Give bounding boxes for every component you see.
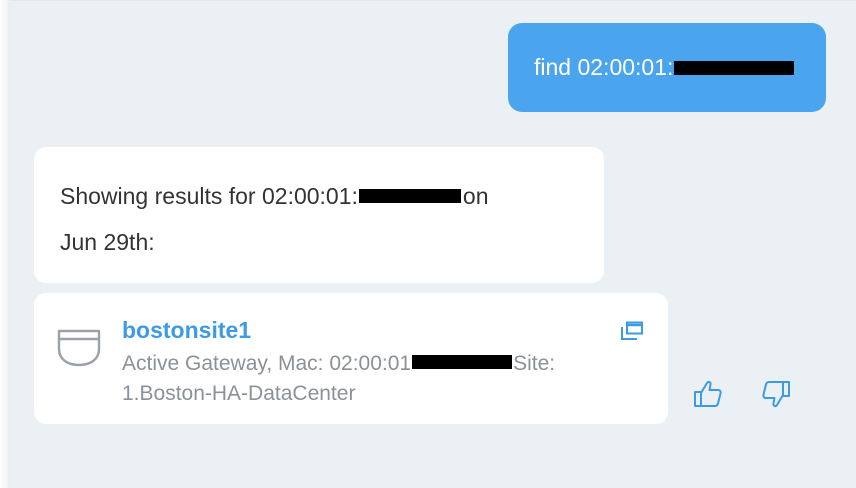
- open-in-new-window-icon[interactable]: [620, 321, 644, 341]
- thumbs-down-icon[interactable]: [760, 378, 792, 410]
- result-description-site-name: 1.Boston-HA-DataCenter: [122, 382, 356, 405]
- result-title-link[interactable]: bostonsite1: [122, 315, 251, 345]
- left-panel-edge: [0, 0, 10, 488]
- bot-message-bubble: Showing results for 02:00:01: on Jun 29th…: [34, 147, 604, 283]
- bot-message-text: Showing results for 02:00:01:: [60, 183, 358, 209]
- result-description-site: Site:: [513, 352, 556, 375]
- thumbs-up-icon[interactable]: [692, 378, 724, 410]
- result-description-text: Active Gateway, Mac: 02:00:01: [122, 352, 412, 375]
- gateway-device-icon: [57, 329, 101, 367]
- redaction-bar: [412, 355, 513, 370]
- redaction-bar: [674, 60, 795, 75]
- result-description: Active Gateway, Mac: 02:00:01 Site: 1.Bos…: [122, 349, 642, 409]
- bot-message-date: Jun 29th:: [60, 229, 155, 255]
- search-result-card: bostonsite1 Active Gateway, Mac: 02:00:0…: [34, 293, 668, 424]
- redaction-bar: [358, 188, 461, 203]
- user-message-text: find 02:00:01:: [534, 54, 674, 80]
- user-message-bubble: find 02:00:01:: [508, 23, 826, 112]
- bot-message-text-suffix: on: [462, 183, 489, 209]
